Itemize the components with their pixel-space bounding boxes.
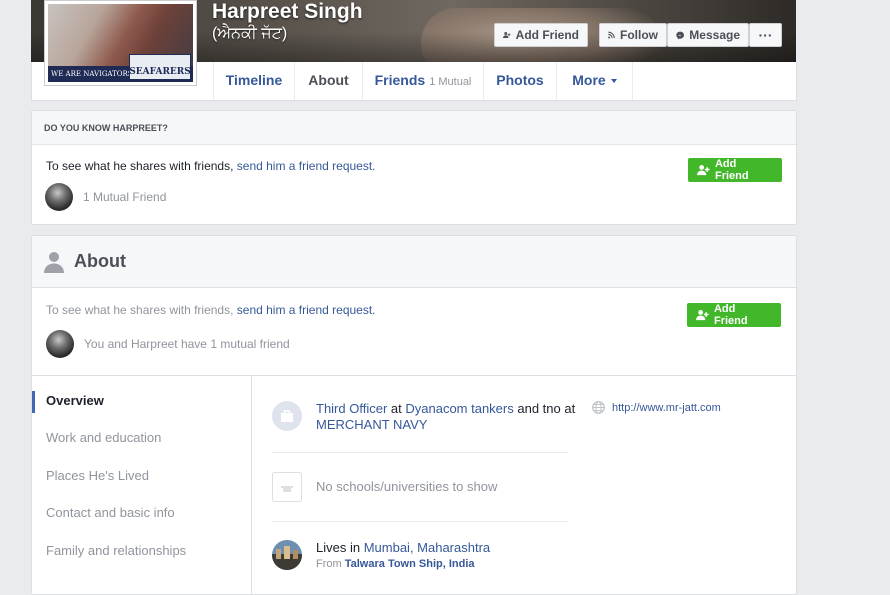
add-friend-button[interactable]: Add Friend [687,303,781,327]
mutual-friend-text[interactable]: You and Harpreet have 1 mutual friend [84,337,290,351]
avatar[interactable] [45,183,73,211]
about-nav-places-lived[interactable]: Places He's Lived [46,468,149,483]
messenger-icon [676,31,684,39]
current-city-link[interactable]: Mumbai, Maharashtra [364,540,490,555]
add-friend-icon [697,164,710,176]
add-friend-button[interactable]: Add Friend [494,23,588,47]
divider [272,521,568,522]
more-options-button[interactable]: ··· [749,23,782,47]
caret-down-icon [610,79,617,83]
hometown-line: From Talwara Town Ship, India [316,558,475,570]
education-row: No schools/universities to show [272,472,568,504]
profile-name[interactable]: Harpreet Singh [212,0,363,24]
add-friend-icon [503,32,511,39]
city-photo-icon [272,540,302,570]
person-icon [44,251,64,273]
about-header: About [32,236,796,288]
work-company-link[interactable]: Dyanacom tankers [405,401,513,416]
mutual-count: 1 Mutual [429,76,472,88]
about-title: About [74,251,126,271]
more-icon: ··· [758,27,773,43]
tab-timeline[interactable]: Timeline [213,62,295,100]
website-link[interactable]: http://www.mr-jatt.com [612,402,721,414]
briefcase-icon [272,401,302,431]
about-nav-contact-info[interactable]: Contact and basic info [46,505,175,520]
mutual-friend-text[interactable]: 1 Mutual Friend [83,190,166,204]
about-nav-family-relationships[interactable]: Family and relationships [46,543,186,558]
work-role[interactable]: Third Officer [316,401,387,416]
share-text: To see what he shares with friends, send… [46,303,376,317]
work-row: Third Officer at Dyanacom tankers and tn… [272,401,575,441]
about-friend-prompt: To see what he shares with friends, send… [32,288,796,376]
education-text: No schools/universities to show [316,479,498,494]
alternate-name: (ਐਨਕੀ ਜੱਟ) [212,25,288,42]
avatar[interactable] [46,330,74,358]
about-section-nav: Overview Work and education Places He's … [32,376,252,594]
rss-icon [608,31,615,39]
share-text: To see what he shares with friends, send… [46,159,376,173]
divider [272,452,568,453]
about-card: About To see what he shares with friends… [31,235,797,595]
hometown-link[interactable]: Talwara Town Ship, India [345,558,475,570]
tab-more[interactable]: More [557,62,633,100]
message-button[interactable]: Message [667,23,749,47]
website-row: http://www.mr-jatt.com [592,401,721,414]
tab-friends[interactable]: Friends 1 Mutual [363,62,484,100]
about-nav-overview[interactable]: Overview [46,393,104,408]
add-friend-icon [696,309,709,321]
globe-icon [592,401,605,414]
friend-request-link[interactable]: send him a friend request. [237,303,376,317]
work-company2-link[interactable]: MERCHANT NAVY [316,417,427,432]
tab-about[interactable]: About [295,62,363,100]
lives-row: Lives in Mumbai, Maharashtra From Talwar… [272,540,568,574]
friend-request-link[interactable]: send him a friend request. [237,159,376,173]
follow-button[interactable]: Follow [599,23,667,47]
tab-photos[interactable]: Photos [484,62,557,100]
school-icon [272,472,302,502]
profile-picture[interactable]: WE ARE NAVIGATORS SEAFARERS [44,0,197,86]
mutual-friend-row[interactable]: You and Harpreet have 1 mutual friend [46,330,290,358]
know-card-heading: DO YOU KNOW HARPREET? [32,111,796,145]
mutual-friend-row[interactable]: 1 Mutual Friend [45,183,166,211]
work-text: Third Officer at Dyanacom tankers and tn… [316,401,576,432]
know-card: DO YOU KNOW HARPREET? To see what he sha… [31,110,797,225]
active-indicator [32,391,35,413]
seafarers-logo: SEAFARERS [129,54,191,80]
add-friend-button[interactable]: Add Friend [688,158,782,182]
about-nav-work-education[interactable]: Work and education [46,430,161,445]
lives-text: Lives in Mumbai, Maharashtra From Talwar… [316,540,491,570]
